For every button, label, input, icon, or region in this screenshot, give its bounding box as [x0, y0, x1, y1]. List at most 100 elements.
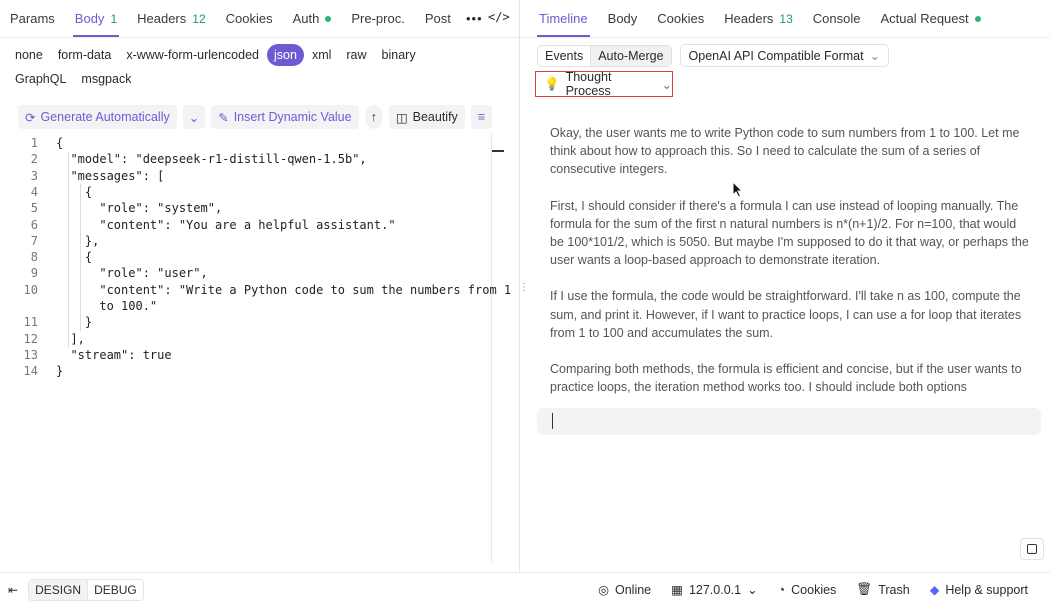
mouse-cursor-icon — [732, 181, 744, 198]
collapse-sidebar-icon[interactable]: ⇤ — [8, 583, 18, 597]
design-mode-button[interactable]: DESIGN — [29, 579, 89, 600]
format-option-x-www-form-urlencoded[interactable]: x-www-form-urlencoded — [119, 44, 266, 66]
tab-actual-request[interactable]: Actual Request — [870, 0, 990, 37]
lightbulb-icon: 💡 — [544, 76, 560, 91]
code-line: "role": "user", — [56, 266, 208, 281]
scroll-indicator — [492, 150, 504, 152]
line-number: 2 — [30, 152, 38, 167]
line-number: 3 — [30, 168, 38, 183]
auto-merge-toggle[interactable]: Auto-Merge — [590, 45, 671, 66]
chevron-down-icon: ⌄ — [747, 583, 758, 597]
wand-icon: ✎ — [218, 110, 229, 125]
tab-headers[interactable]: Headers 13 — [714, 0, 803, 37]
tab-cookies[interactable]: Cookies — [647, 0, 714, 37]
response-toolbar: Events Auto-Merge OpenAI API Compatible … — [537, 44, 890, 67]
request-tabs: Params Body 1 Headers 12 Cookies Auth Pre-proc.… — [0, 0, 461, 37]
reasoning-paragraph: First, I should consider if there's a fo… — [550, 198, 1029, 268]
response-input[interactable] — [537, 408, 1041, 435]
events-toggle[interactable]: Events — [538, 46, 590, 66]
reasoning-content: Okay, the user wants me to write Python … — [550, 124, 1030, 414]
tab-label: Pre-proc. — [351, 11, 405, 26]
tab-timeline[interactable]: Timeline — [529, 0, 598, 37]
code-line: "messages": [ — [56, 168, 165, 183]
code-line: "role": "system", — [56, 201, 223, 216]
tab-label: Post — [424, 11, 451, 26]
host-selector[interactable]: ▦ 127.0.0.1 ⌄ — [671, 582, 758, 598]
trash-icon: 🗑 — [856, 582, 873, 596]
format-option-graphql[interactable]: GraphQL — [8, 68, 73, 90]
line-number: 10 — [23, 282, 38, 297]
line-number: 8 — [30, 250, 38, 265]
text-caret — [552, 413, 553, 429]
generate-automatically-button[interactable]: ⟳ Generate Automatically — [18, 105, 177, 129]
tab-label: Cookies — [225, 11, 273, 26]
format-option-none[interactable]: none — [8, 44, 50, 66]
tabs-divider — [0, 37, 519, 38]
format-option-form-data[interactable]: form-data — [51, 44, 119, 66]
line-number: 5 — [30, 201, 38, 216]
tab-body[interactable]: Body — [598, 0, 648, 37]
code-line: to 100." — [56, 299, 158, 313]
code-icon[interactable]: </> — [488, 10, 510, 24]
debug-mode-button[interactable]: DEBUG — [88, 580, 143, 600]
tab-auth[interactable]: Auth — [283, 0, 342, 37]
mode-switch: DESIGN DEBUG — [28, 578, 144, 601]
help-support-button[interactable]: ◆ Help & support — [929, 582, 1028, 598]
check-circle-icon: ◎ — [598, 583, 609, 597]
json-editor[interactable]: 1 {2 "model": "deepseek-r1-distill-qwen-1… — [10, 132, 511, 562]
tab-label: Auth — [292, 11, 320, 26]
tab-label: Actual Request — [880, 11, 969, 26]
upload-icon[interactable]: ↑ — [364, 105, 383, 129]
refresh-icon: ⟳ — [25, 110, 36, 125]
reasoning-paragraph: Comparing both methods, the formula is e… — [550, 362, 1022, 395]
tab-body[interactable]: Body 1 — [65, 0, 127, 37]
status-dot — [974, 15, 981, 22]
tab-label: Headers — [724, 11, 774, 26]
line-number: 11 — [23, 315, 38, 330]
editor-toolbar: ⟳ Generate Automatically ⌄ ✎ Insert Dyna… — [18, 104, 498, 130]
trash-button[interactable]: 🗑 Trash — [856, 582, 909, 597]
reasoning-paragraph: If I use the formula, the code would be … — [550, 289, 1022, 340]
count-badge: 13 — [779, 11, 793, 26]
tab-post[interactable]: Post — [415, 0, 461, 37]
tab-label: Params — [10, 11, 55, 26]
tab-params[interactable]: Params — [0, 0, 65, 37]
tab-label: Headers — [137, 11, 187, 26]
code-line: } — [56, 364, 64, 379]
insert-dynamic-value-button[interactable]: ✎ Insert Dynamic Value — [211, 105, 359, 129]
tab-console[interactable]: Console — [803, 0, 871, 37]
discord-slack-icon: ◆ — [929, 583, 940, 597]
toggle-panel-icon[interactable] — [1020, 538, 1044, 560]
format-option-msgpack[interactable]: msgpack — [74, 68, 138, 90]
response-panel: Timeline Body Cookies Headers 13 Console Actua… — [521, 0, 1050, 572]
line-number: 9 — [30, 266, 38, 281]
count-badge: 12 — [192, 11, 206, 26]
format-option-raw[interactable]: raw — [339, 44, 373, 66]
tab-cookies[interactable]: Cookies — [216, 0, 283, 37]
beautify-icon: ◫ — [395, 110, 408, 125]
wrap-lines-icon[interactable]: ≡ — [470, 105, 493, 129]
code-line: }, — [56, 233, 100, 248]
generate-dropdown-button[interactable]: ⌄ — [182, 105, 206, 129]
format-option-xml[interactable]: xml — [305, 44, 338, 66]
line-number: 14 — [23, 364, 38, 379]
code-line: "content": "You are a helpful assistant.… — [56, 217, 396, 232]
format-dropdown[interactable]: OpenAI API Compatible Format ⌄ — [679, 44, 890, 67]
thought-process-dropdown[interactable]: 💡 Thought Process ⌄ — [535, 70, 673, 98]
tab-label: Timeline — [539, 11, 588, 26]
cookies-button[interactable]: ◔ Cookies — [778, 583, 837, 597]
code-line: "model": "deepseek-r1-distill-qwen-1.5b"… — [56, 152, 367, 167]
tab-pre-proc[interactable]: Pre-proc. — [341, 0, 414, 37]
online-status[interactable]: ◎ Online — [598, 582, 651, 598]
code-line: { — [56, 136, 64, 150]
more-tabs-icon[interactable]: ••• — [466, 11, 483, 26]
response-tabs: Timeline Body Cookies Headers 13 Console Actua… — [529, 0, 991, 37]
chevron-down-icon: ⌄ — [661, 77, 672, 92]
tab-headers[interactable]: Headers 12 — [127, 0, 216, 37]
format-option-json[interactable]: json — [267, 44, 304, 66]
format-option-binary[interactable]: binary — [375, 44, 423, 66]
beautify-button[interactable]: ◫ Beautify — [388, 105, 465, 129]
line-number: 13 — [23, 347, 38, 362]
count-badge: 1 — [110, 11, 118, 26]
code-line: ], — [56, 331, 85, 346]
